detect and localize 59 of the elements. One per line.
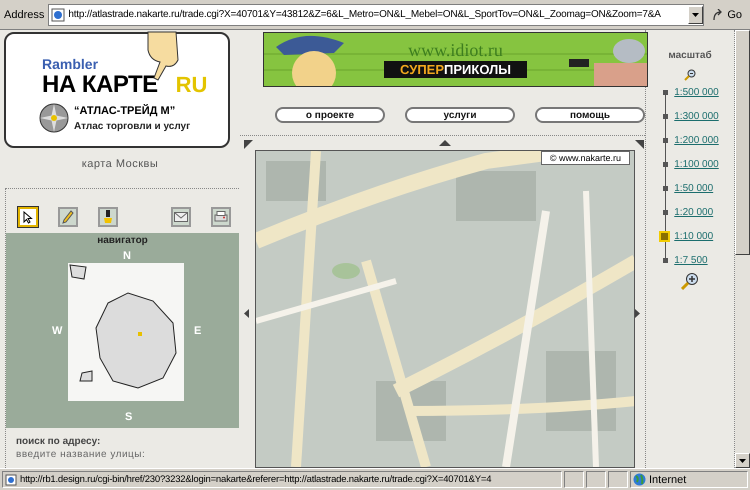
scale-link[interactable]: 1:50 000 (674, 183, 714, 194)
scale-link[interactable]: 1:300 000 (674, 111, 719, 122)
go-button[interactable]: Go (708, 8, 746, 20)
west-label: W (52, 325, 62, 337)
pan-arrow-icon[interactable] (244, 140, 253, 149)
scale-link[interactable]: 1:200 000 (674, 135, 719, 146)
tagline: Атлас торговли и услуг (74, 120, 190, 132)
search-title: поиск по адресу: (16, 436, 102, 447)
address-field[interactable]: http://atlastrade.nakarte.ru/trade.cgi?X=40701&Y=43812&Z=6&L_Metro=ON&L_Mebel=ON&L_SportTov=ON&L_Zoomag=ON&Zoom=7&A (48, 4, 704, 26)
nav-button[interactable]: помощь (535, 107, 645, 123)
nav-button[interactable]: о проекте (275, 107, 385, 123)
nav-button[interactable]: услуги (405, 107, 515, 123)
scale-link[interactable]: 1:10 000 (674, 231, 714, 242)
address-label: Address (4, 8, 44, 20)
page-icon (5, 474, 17, 486)
cursor-icon (23, 210, 33, 224)
caret-icon (692, 12, 700, 16)
pan-left-icon[interactable] (244, 309, 249, 318)
tool-button[interactable] (18, 207, 38, 227)
map-copyright: © www.nakarte.ru (540, 151, 630, 165)
status-panel (608, 471, 628, 488)
compass-icon (38, 102, 70, 134)
south-label: S (125, 411, 132, 423)
navigator-title: навигатор (97, 235, 148, 246)
scale-link[interactable]: 1:500 000 (674, 87, 719, 98)
status-panel (564, 471, 584, 488)
tool-button[interactable] (98, 207, 118, 227)
scale-link[interactable]: 1:100 000 (674, 159, 719, 170)
status-panel (586, 471, 606, 488)
map-title: карта Москвы (82, 158, 158, 170)
logo-brand: Rambler (42, 56, 100, 72)
company-name: “АТЛАС-ТРЕЙД М” (74, 104, 176, 116)
search-hint: введите название улицы: (16, 449, 146, 460)
zone-label: Internet (649, 474, 686, 486)
page-icon (51, 8, 66, 22)
scrollbar[interactable] (735, 30, 750, 468)
pan-up-icon[interactable] (439, 140, 451, 146)
globe-icon (633, 473, 646, 486)
logo-title: НА КАРТЕ (42, 73, 158, 97)
ad-banner[interactable]: www.idiot.ru СУПЕРПРИКОЛЫ (263, 32, 648, 87)
north-label: N (123, 250, 131, 262)
go-arrow-icon (712, 8, 724, 20)
pencil-icon (62, 210, 74, 224)
printer-icon (214, 211, 228, 223)
marker-icon (103, 210, 113, 224)
banner-slogan: СУПЕРПРИКОЛЫ (384, 61, 527, 78)
status-url: http://rb1.design.ru/cgi-bin/href/230?3232&login=nakarte&referer=http://atlastrade.nakarte.ru/trade.cgi?X=40701&Y=4 (20, 474, 492, 485)
scroll-down-icon[interactable] (739, 458, 746, 462)
zoom-in-icon[interactable] (681, 272, 699, 290)
scale-title: масштаб (668, 50, 712, 61)
pan-arrow-icon[interactable] (635, 140, 644, 149)
banner-url: www.idiot.ru (408, 41, 503, 59)
scale-link[interactable]: 1:7 500 (674, 255, 708, 266)
zoom-out-icon[interactable] (684, 69, 696, 81)
east-label: E (194, 325, 202, 337)
scale-link[interactable]: 1:20 000 (674, 207, 714, 218)
envelope-icon (174, 212, 188, 222)
logo-suffix: RU (176, 72, 208, 98)
dropdown-button[interactable] (688, 6, 704, 24)
